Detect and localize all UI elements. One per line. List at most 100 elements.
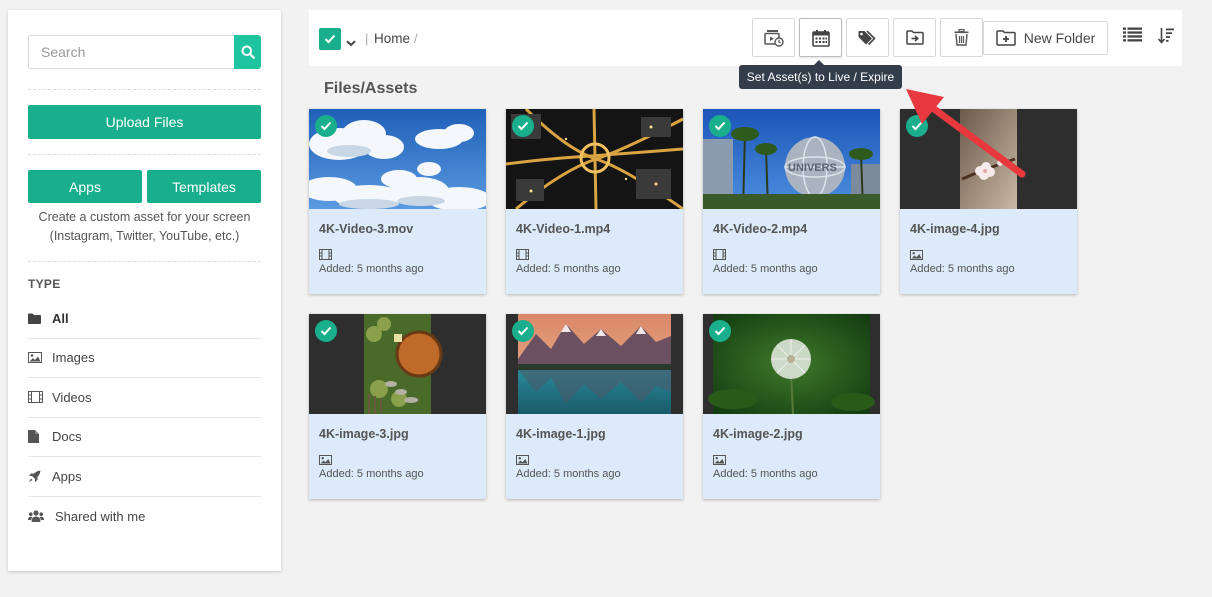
asset-added-date: Added: 5 months ago [516, 263, 621, 275]
folder-icon [28, 313, 41, 324]
film-icon [28, 391, 43, 404]
asset-name: 4K-image-2.jpg [713, 427, 803, 441]
set-live-expire-button[interactable] [799, 18, 842, 57]
check-icon [320, 121, 332, 131]
document-icon [28, 430, 39, 444]
select-all-checkbox[interactable] [319, 28, 341, 50]
type-filter-all[interactable]: All [28, 299, 261, 339]
image-icon [713, 455, 726, 465]
film-icon [516, 249, 529, 260]
type-filter-videos[interactable]: Videos [28, 378, 261, 418]
asset-card[interactable]: 4K-image-2.jpg Added: 5 months ago [703, 314, 880, 499]
search-icon [241, 45, 255, 59]
section-title: Files/Assets [324, 80, 418, 97]
search-input[interactable] [28, 35, 234, 69]
type-filter-label: Videos [52, 389, 92, 405]
type-filter-list: All Images Videos Docs Apps Shared with … [28, 299, 261, 536]
asset-card[interactable]: 4K-image-1.jpg Added: 5 months ago [506, 314, 683, 499]
asset-name: 4K-image-1.jpg [516, 427, 606, 441]
schedule-playlist-button[interactable] [752, 18, 795, 57]
selected-check-badge[interactable] [512, 320, 534, 342]
tags-icon [858, 29, 876, 45]
image-icon [28, 352, 42, 364]
selected-check-badge[interactable] [709, 115, 731, 137]
type-filter-images[interactable]: Images [28, 339, 261, 378]
list-view-button[interactable] [1123, 27, 1142, 47]
type-filter-label: All [52, 310, 69, 326]
breadcrumb-separator: | [365, 31, 369, 46]
asset-name: 4K-Video-3.mov [319, 222, 414, 236]
image-icon [319, 455, 332, 465]
tags-button[interactable] [846, 18, 889, 57]
upload-files-button[interactable]: Upload Files [28, 105, 261, 139]
asset-added-date: Added: 5 months ago [516, 468, 621, 480]
sort-button[interactable] [1157, 27, 1174, 49]
users-icon [28, 510, 44, 523]
select-dropdown-toggle[interactable] [346, 34, 356, 52]
asset-card[interactable]: 4K-Video-1.mp4 Added: 5 months ago [506, 109, 683, 294]
apps-button[interactable]: Apps [28, 170, 142, 203]
type-filter-label: Apps [52, 468, 82, 484]
breadcrumb-home[interactable]: Home [374, 31, 410, 46]
asset-name: 4K-image-3.jpg [319, 427, 409, 441]
asset-added-date: Added: 5 months ago [910, 263, 1015, 275]
svg-text:UNIVERS: UNIVERS [788, 162, 837, 174]
film-icon [319, 249, 332, 260]
asset-card[interactable]: UNIVERS 4K-Video-2.mp4 Added: 5 months a… [703, 109, 880, 294]
asset-added-date: Added: 5 months ago [713, 468, 818, 480]
new-folder-label: New Folder [1023, 30, 1096, 46]
search-box [28, 35, 261, 69]
trash-icon [954, 29, 969, 46]
type-filter-label: Shared with me [55, 508, 146, 524]
rocket-icon [29, 470, 41, 482]
check-icon [320, 326, 332, 336]
selected-check-badge[interactable] [315, 320, 337, 342]
divider [28, 89, 261, 90]
toolbar: | Home / New Folder [309, 10, 1182, 66]
divider [28, 154, 261, 155]
type-heading: TYPE [28, 277, 61, 291]
type-filter-docs[interactable]: Docs [28, 418, 261, 457]
selected-check-badge[interactable] [709, 320, 731, 342]
selected-check-badge[interactable] [512, 115, 534, 137]
schedule-playlist-icon [763, 29, 784, 47]
new-folder-button[interactable]: New Folder [983, 21, 1108, 55]
type-filter-label: Docs [52, 429, 82, 445]
image-icon [910, 250, 923, 260]
asset-added-date: Added: 5 months ago [319, 468, 424, 480]
film-icon [713, 249, 726, 260]
search-button[interactable] [234, 35, 261, 69]
custom-asset-description: Create a custom asset for your screen (I… [38, 210, 251, 243]
check-icon [517, 326, 529, 336]
folder-plus-icon [995, 30, 1016, 46]
annotation-arrow [906, 89, 1026, 178]
chevron-down-icon [346, 40, 356, 47]
check-icon [324, 34, 336, 44]
move-to-folder-button[interactable] [893, 18, 936, 57]
asset-name: 4K-image-4.jpg [910, 222, 1000, 236]
check-icon [714, 121, 726, 131]
check-icon [517, 121, 529, 131]
list-view-icon [1123, 27, 1142, 42]
sort-icon [1157, 28, 1174, 44]
asset-name: 4K-Video-2.mp4 [713, 222, 808, 236]
asset-card[interactable]: 4K-image-3.jpg Added: 5 months ago [309, 314, 486, 499]
breadcrumb-separator: / [414, 31, 418, 46]
asset-name: 4K-Video-1.mp4 [516, 222, 611, 236]
templates-button[interactable]: Templates [147, 170, 261, 203]
delete-button[interactable] [940, 18, 983, 57]
type-filter-apps[interactable]: Apps [28, 457, 261, 497]
asset-added-date: Added: 5 months ago [319, 263, 424, 275]
image-icon [516, 455, 529, 465]
sidebar: Upload Files Apps Templates Create a cus… [8, 10, 281, 571]
tooltip-set-live-expire: Set Asset(s) to Live / Expire [739, 60, 902, 89]
asset-added-date: Added: 5 months ago [713, 263, 818, 275]
asset-card[interactable]: 4K-Video-3.mov Added: 5 months ago [309, 109, 486, 294]
divider [28, 261, 261, 262]
check-icon [714, 326, 726, 336]
calendar-icon [811, 29, 830, 47]
type-filter-shared[interactable]: Shared with me [28, 497, 261, 537]
selected-check-badge[interactable] [315, 115, 337, 137]
move-to-folder-icon [905, 30, 924, 45]
type-filter-label: Images [52, 350, 95, 366]
